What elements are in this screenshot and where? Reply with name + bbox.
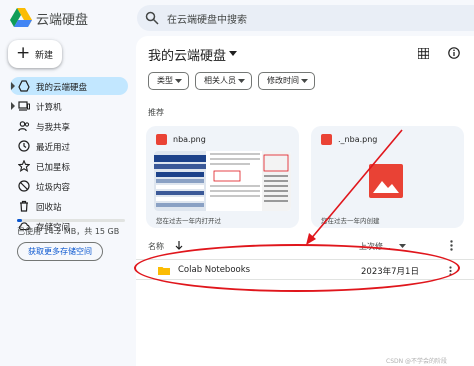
shared-icon (18, 121, 30, 132)
chevron-down-icon[interactable] (399, 244, 406, 248)
sidebar-item-trash[interactable]: 回收站 (10, 197, 128, 215)
card-file-name: nba.png (173, 135, 206, 144)
storage-usage-text: 已使用 14.2 MB，共 15 GB (17, 227, 120, 236)
drive-icon (18, 80, 30, 92)
chevron-down-icon[interactable] (229, 51, 237, 56)
nba-screenshot-thumbnail (154, 151, 291, 211)
sidebar-item-spam[interactable]: 垃圾内容 (10, 177, 128, 195)
suggested-file-card[interactable]: ._nba.png 您在过去一年内创建 (311, 126, 464, 228)
card-meta-text: 您在过去一年内打开过 (156, 217, 221, 225)
clock-icon (18, 140, 30, 152)
name-column-header[interactable]: 名称 (148, 241, 164, 252)
trash-icon (20, 200, 28, 212)
new-button-label: 新建 (35, 51, 54, 61)
top-bar: 云端硬盘 在云端硬盘中搜索 (0, 0, 474, 36)
star-icon (18, 160, 30, 172)
spam-icon (18, 180, 30, 192)
filter-modified[interactable]: 修改时间 (258, 72, 315, 90)
buy-storage-button[interactable]: 获取更多存储空间 (17, 242, 103, 261)
row-file-name: Colab Notebooks (178, 265, 251, 275)
suggested-heading: 推荐 (148, 108, 164, 117)
drive-logo-icon[interactable] (10, 8, 32, 28)
card-meta-text: 您在过去一年内创建 (321, 217, 380, 225)
sort-arrow-down-icon[interactable] (174, 240, 184, 250)
computer-icon (18, 101, 30, 111)
sidebar-item-recent[interactable]: 最近用过 (10, 137, 128, 155)
sidebar-item-label: 已加星标 (36, 163, 71, 173)
suggested-file-card[interactable]: nba.png 您在过去一年内打开过 (146, 126, 299, 228)
modified-column-header[interactable]: 上次修... (359, 241, 391, 252)
expand-caret-icon[interactable] (11, 102, 15, 110)
image-placeholder-icon (369, 164, 403, 198)
filter-modified-label: 修改时间 (267, 76, 299, 85)
search-bar[interactable]: 在云端硬盘中搜索 (137, 5, 474, 31)
filter-people-label: 相关人员 (204, 76, 236, 85)
filter-type[interactable]: 类型 (148, 72, 189, 90)
chevron-down-icon (301, 79, 308, 83)
file-thumbnail (154, 151, 291, 211)
page-title[interactable]: 我的云端硬盘 (148, 45, 226, 64)
new-button[interactable]: + 新建 (8, 40, 62, 68)
info-icon[interactable] (448, 47, 460, 59)
more-vert-icon[interactable] (449, 266, 452, 276)
filter-people[interactable]: 相关人员 (195, 72, 252, 90)
storage-progress-bar (17, 219, 125, 222)
image-file-icon (156, 134, 167, 145)
image-file-icon (321, 134, 332, 145)
more-vert-icon[interactable] (450, 240, 453, 251)
storage-progress-fill (17, 219, 23, 222)
app-title: 云端硬盘 (36, 13, 89, 28)
sidebar-item-label: 与我共享 (36, 123, 71, 133)
search-icon[interactable] (145, 11, 159, 25)
file-list-header: 名称 上次修... (148, 240, 466, 254)
watermark: CSDN @不学会的阶段 (386, 358, 448, 365)
sidebar-item-label: 计算机 (36, 103, 62, 113)
card-file-name: ._nba.png (338, 135, 378, 144)
search-input[interactable]: 在云端硬盘中搜索 (167, 11, 247, 26)
sidebar-item-my-drive[interactable]: 我的云端硬盘 (10, 77, 128, 95)
row-modified-date: 2023年7月1日 (361, 267, 419, 277)
sidebar-item-label: 回收站 (36, 203, 62, 213)
sidebar-item-label: 我的云端硬盘 (36, 83, 88, 93)
expand-caret-icon[interactable] (11, 82, 15, 90)
main-panel: 我的云端硬盘 类型 相关人员 修改时间 推荐 nba.png 您在过去一年内打开… (136, 36, 474, 366)
sidebar-item-shared[interactable]: 与我共享 (10, 117, 128, 135)
sidebar-item-label: 垃圾内容 (36, 183, 71, 193)
chevron-down-icon (238, 79, 245, 83)
sidebar-item-label: 最近用过 (36, 143, 71, 153)
folder-icon (158, 267, 170, 275)
file-thumbnail (319, 151, 456, 211)
grid-view-icon[interactable] (418, 48, 429, 59)
table-row[interactable]: Colab Notebooks 2023年7月1日 (136, 259, 474, 280)
plus-icon: + (16, 43, 31, 63)
sidebar-item-starred[interactable]: 已加星标 (10, 157, 128, 175)
filter-type-label: 类型 (157, 76, 173, 85)
chevron-down-icon (175, 79, 182, 83)
sidebar-nav: 我的云端硬盘 计算机 与我共享 最近用过 已加星标 垃圾内容 回收站 存储空间 (10, 77, 128, 237)
sidebar-item-computers[interactable]: 计算机 (10, 97, 128, 115)
